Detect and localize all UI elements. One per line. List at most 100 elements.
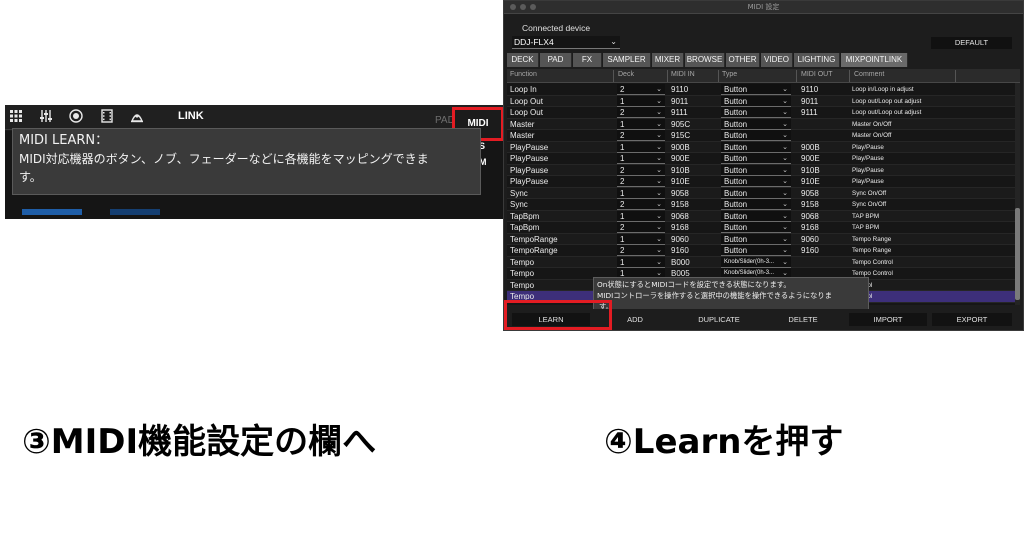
table-row[interactable]: Tempo 1 ⌄ B000 Knob/Slider(0h-3... ⌄ Tempo Con… — [507, 256, 1020, 268]
table-row[interactable]: Sync 1 ⌄ 9058 Button ⌄ 9058 Sync On/Off — [507, 187, 1020, 199]
sampler-icon[interactable] — [129, 109, 145, 125]
duplicate-button[interactable]: DUPLICATE — [680, 313, 758, 326]
midi-in-cell[interactable]: 9011 — [669, 96, 715, 107]
midi-in-cell[interactable]: 9111 — [669, 107, 715, 118]
record-icon[interactable] — [68, 109, 84, 125]
type-select[interactable]: Button ⌄ — [721, 84, 791, 95]
midi-in-cell[interactable]: 915C — [669, 130, 715, 141]
type-select[interactable]: Button ⌄ — [721, 176, 791, 187]
tab-other[interactable]: OTHER — [726, 53, 760, 67]
midi-out-cell[interactable]: 9158 — [799, 199, 845, 210]
deck-select[interactable]: 1 ⌄ — [617, 118, 665, 130]
midi-in-cell[interactable]: 9068 — [669, 211, 715, 222]
type-select[interactable]: Button ⌄ — [721, 199, 791, 210]
deck-select[interactable]: 1 ⌄ — [617, 187, 665, 199]
tab-lighting[interactable]: LIGHTING — [794, 53, 840, 67]
delete-button[interactable]: DELETE — [764, 313, 842, 326]
type-select[interactable]: Button ⌄ — [721, 130, 791, 141]
deck-select[interactable]: 1 ⌄ — [617, 95, 665, 107]
table-row[interactable]: Sync 2 ⌄ 9158 Button ⌄ 9158 Sync On/Off — [507, 199, 1020, 211]
deck-select[interactable]: 1 ⌄ — [617, 153, 665, 164]
midi-out-cell[interactable]: 9111 — [799, 107, 845, 118]
type-select[interactable]: Button ⌄ — [721, 245, 791, 256]
midi-out-cell[interactable]: 9058 — [799, 188, 845, 199]
tab-video[interactable]: VIDEO — [761, 53, 793, 67]
midi-out-cell[interactable]: 9060 — [799, 234, 845, 245]
midi-in-cell[interactable]: 9060 — [669, 234, 715, 245]
type-select[interactable]: Knob/Slider(0h-3... ⌄ — [721, 256, 791, 268]
deck-select[interactable]: 2 ⌄ — [617, 164, 665, 176]
deck-select[interactable]: 2 ⌄ — [617, 107, 665, 118]
table-row[interactable]: TapBpm 2 ⌄ 9168 Button ⌄ 9168 TAP BPM — [507, 222, 1020, 234]
column-header-midi-out[interactable]: MIDI OUT — [801, 71, 833, 78]
tab-fx[interactable]: FX — [573, 53, 602, 67]
type-select[interactable]: Button ⌄ — [721, 153, 791, 164]
column-header-midi-in[interactable]: MIDI IN — [671, 71, 695, 78]
midi-out-cell[interactable]: 9168 — [799, 222, 845, 233]
column-header-deck[interactable]: Deck — [618, 71, 634, 78]
midi-in-cell[interactable]: 9110 — [669, 84, 715, 95]
table-row[interactable]: Loop Out 2 ⌄ 9111 Button ⌄ 9111 Loop out/Loop o… — [507, 107, 1020, 119]
table-scrollbar[interactable] — [1015, 83, 1020, 305]
table-row[interactable]: Loop Out 1 ⌄ 9011 Button ⌄ 9011 Loop out/Loop o… — [507, 95, 1020, 107]
type-select[interactable]: Button ⌄ — [721, 107, 791, 118]
midi-out-cell[interactable]: 9160 — [799, 245, 845, 256]
type-select[interactable]: Button ⌄ — [721, 164, 791, 176]
midi-out-cell[interactable] — [799, 130, 845, 141]
tab-mixpointlink[interactable]: MIXPOINTLINK — [841, 53, 908, 67]
scrollbar-thumb[interactable] — [1015, 208, 1020, 300]
table-row[interactable]: Master 1 ⌄ 905C Button ⌄ Master On/Off — [507, 118, 1020, 130]
table-row[interactable]: Loop In 2 ⌄ 9110 Button ⌄ 9110 Loop in/Loop in … — [507, 84, 1020, 96]
midi-in-cell[interactable]: 910B — [669, 165, 715, 176]
tab-deck[interactable]: DECK — [507, 53, 539, 67]
type-select[interactable]: Button ⌄ — [721, 222, 791, 233]
deck-select[interactable]: 2 ⌄ — [617, 130, 665, 141]
tab-pad[interactable]: PAD — [540, 53, 572, 67]
type-select[interactable]: Button ⌄ — [721, 95, 791, 107]
midi-out-cell[interactable]: 9068 — [799, 211, 845, 222]
deck-select[interactable]: 1 ⌄ — [617, 141, 665, 153]
deck-select[interactable]: 1 ⌄ — [617, 256, 665, 268]
type-select[interactable]: Button ⌄ — [721, 118, 791, 130]
midi-in-cell[interactable]: B000 — [669, 257, 715, 268]
type-select[interactable]: Button ⌄ — [721, 141, 791, 153]
mixer-sliders-icon[interactable] — [38, 109, 54, 125]
device-select[interactable]: DDJ-FLX4 ⌄ — [512, 36, 620, 49]
midi-out-cell[interactable] — [799, 119, 845, 130]
table-row[interactable]: TempoRange 2 ⌄ 9160 Button ⌄ 9160 Tempo Range — [507, 245, 1020, 257]
midi-in-cell[interactable]: 905C — [669, 119, 715, 130]
deck-select[interactable]: 2 ⌄ — [617, 199, 665, 210]
grid-icon[interactable] — [8, 109, 24, 125]
table-row[interactable]: PlayPause 2 ⌄ 910E Button ⌄ 910E Play/Pause — [507, 176, 1020, 188]
midi-in-cell[interactable]: 910E — [669, 176, 715, 187]
film-icon[interactable] — [99, 109, 115, 125]
midi-out-cell[interactable]: 900B — [799, 142, 845, 153]
midi-out-cell[interactable]: 910E — [799, 176, 845, 187]
midi-in-cell[interactable]: 9058 — [669, 188, 715, 199]
midi-out-cell[interactable]: 900E — [799, 153, 845, 164]
import-button[interactable]: IMPORT — [849, 313, 927, 326]
midi-in-cell[interactable]: 9160 — [669, 245, 715, 256]
table-row[interactable]: TempoRange 1 ⌄ 9060 Button ⌄ 9060 Tempo Range — [507, 233, 1020, 245]
table-row[interactable]: PlayPause 1 ⌄ 900E Button ⌄ 900E Play/Pause — [507, 153, 1020, 165]
link-tab[interactable]: LINK — [178, 110, 204, 122]
table-row[interactable]: TapBpm 1 ⌄ 9068 Button ⌄ 9068 TAP BPM — [507, 210, 1020, 222]
type-select[interactable]: Button ⌄ — [721, 233, 791, 245]
midi-out-cell[interactable]: 9110 — [799, 84, 845, 95]
export-button[interactable]: EXPORT — [932, 313, 1012, 326]
tab-mixer[interactable]: MIXER — [652, 53, 684, 67]
midi-out-cell[interactable]: 9011 — [799, 96, 845, 107]
midi-out-cell[interactable]: 910B — [799, 165, 845, 176]
table-row[interactable]: PlayPause 2 ⌄ 910B Button ⌄ 910B Play/Pause — [507, 164, 1020, 176]
tab-browse[interactable]: BROWSE — [685, 53, 725, 67]
deck-select[interactable]: 2 ⌄ — [617, 176, 665, 187]
deck-select[interactable]: 2 ⌄ — [617, 84, 665, 95]
table-row[interactable]: Master 2 ⌄ 915C Button ⌄ Master On/Off — [507, 130, 1020, 142]
deck-select[interactable]: 1 ⌄ — [617, 233, 665, 245]
tab-sampler[interactable]: SAMPLER — [603, 53, 651, 67]
column-header-type[interactable]: Type — [722, 71, 737, 78]
column-header-comment[interactable]: Comment — [854, 71, 884, 78]
midi-out-cell[interactable] — [799, 257, 845, 268]
type-select[interactable]: Button ⌄ — [721, 187, 791, 199]
default-button[interactable]: DEFAULT — [931, 37, 1012, 49]
